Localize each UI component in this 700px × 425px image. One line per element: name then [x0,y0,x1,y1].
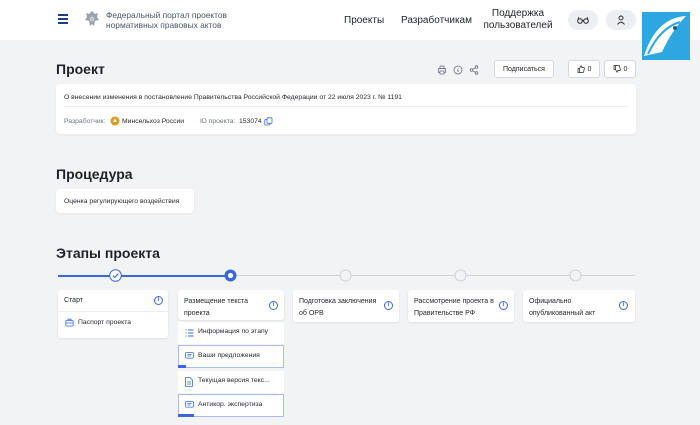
passport-link[interactable]: Паспорт проекта [78,319,131,326]
stage-placement-label: Размещение текста проекта [184,298,249,317]
menu-icon[interactable] [58,14,68,24]
dislike-button[interactable]: 0 [604,60,636,78]
stage-start-card[interactable]: Старт i Паспорт проекта [58,290,168,338]
user-button[interactable] [606,10,636,30]
sub-item-label: Ваши предложения [198,352,260,359]
nav-support[interactable]: Поддержка пользователей [478,8,558,32]
project-id-label: ID проекта: [200,118,236,125]
subscribe-button[interactable]: Подписаться [494,60,554,78]
user-icon [617,15,625,25]
briefcase-icon [65,318,74,327]
stage-done-icon [109,269,122,282]
print-icon[interactable] [437,65,447,75]
sub-item-label: Информация по этапу [198,328,269,335]
developer-label: Разработчик: [64,118,106,125]
stage-pending-icon [339,269,352,282]
top-header: Федеральный портал проектов нормативных … [0,0,700,40]
stage-government-card[interactable]: Рассмотрение проекта в Правительстве РФ … [408,290,514,322]
list-icon [185,329,194,337]
thumbs-up-icon [577,65,585,73]
procedure-card: Оценка регулирующего воздействия [56,189,194,213]
thumbs-down-icon [613,65,621,73]
nav-developers[interactable]: Разработчикам [401,0,472,40]
divider [64,106,628,107]
project-description: О внесении изменения в постановление Пра… [64,94,402,101]
accessibility-button[interactable] [568,10,598,30]
sub-item-stage-info[interactable]: Информация по этапу [178,322,284,344]
project-card: О внесении изменения в постановление Пра… [56,84,636,134]
stage-published-label: Официально опубликованный акт [529,298,596,317]
stage-info-icon[interactable]: i [384,301,393,310]
sub-item-label: Текущая версия текс... [198,377,270,384]
stage-current-icon [224,269,237,282]
project-id: 153074 [239,118,262,125]
info-icon[interactable] [453,65,463,75]
emblem-icon[interactable] [83,9,101,29]
corner-logo-icon [642,12,690,60]
nav-projects[interactable]: Проекты [344,0,384,40]
divider [58,311,168,312]
like-count: 0 [587,65,592,73]
comment-icon [185,352,194,359]
progress-indicator [178,365,186,368]
sub-item-current-text[interactable]: Текущая версия текс... [178,371,284,393]
comment-icon [185,401,194,408]
glasses-icon [577,16,589,24]
project-heading: Проект [56,61,105,77]
stage-published-card[interactable]: Официально опубликованный акт i [523,290,635,322]
portal-title[interactable]: Федеральный портал проектов нормативных … [106,10,246,30]
stage-orv-card[interactable]: Подготовка заключения об ОРВ i [293,290,399,322]
stage-orv-label: Подготовка заключения об ОРВ [299,298,377,317]
ministry-emblem-icon [110,116,120,126]
developer-name[interactable]: Минсельхоз России [122,118,184,125]
procedure-value: Оценка регулирующего воздействия [64,198,180,205]
stages-heading: Этапы проекта [56,245,160,261]
dislike-count: 0 [623,65,628,73]
procedure-heading: Процедура [56,166,133,182]
stage-government-label: Рассмотрение проекта в Правительстве РФ [414,298,494,317]
timeline-progress [58,275,231,277]
document-icon [185,377,193,387]
stage-placement-card[interactable]: Размещение текста проекта i [178,290,284,320]
like-button[interactable]: 0 [568,60,600,78]
stage-pending-icon [454,269,467,282]
stage-pending-icon [569,269,582,282]
stage-info-icon[interactable]: i [499,301,508,310]
stage-info-icon[interactable]: i [619,301,628,310]
stage-info-icon[interactable]: i [154,296,163,305]
stage-start-label: Старт [64,297,84,304]
progress-indicator [178,414,194,417]
stage-info-icon[interactable]: i [269,301,278,310]
sub-item-label: Антикор. экспертиза [198,401,263,408]
sub-item-proposals[interactable]: Ваши предложения [178,345,284,368]
sub-item-anticorruption[interactable]: Антикор. экспертиза [178,394,284,417]
copy-icon[interactable] [264,117,273,126]
share-icon[interactable] [469,65,479,75]
